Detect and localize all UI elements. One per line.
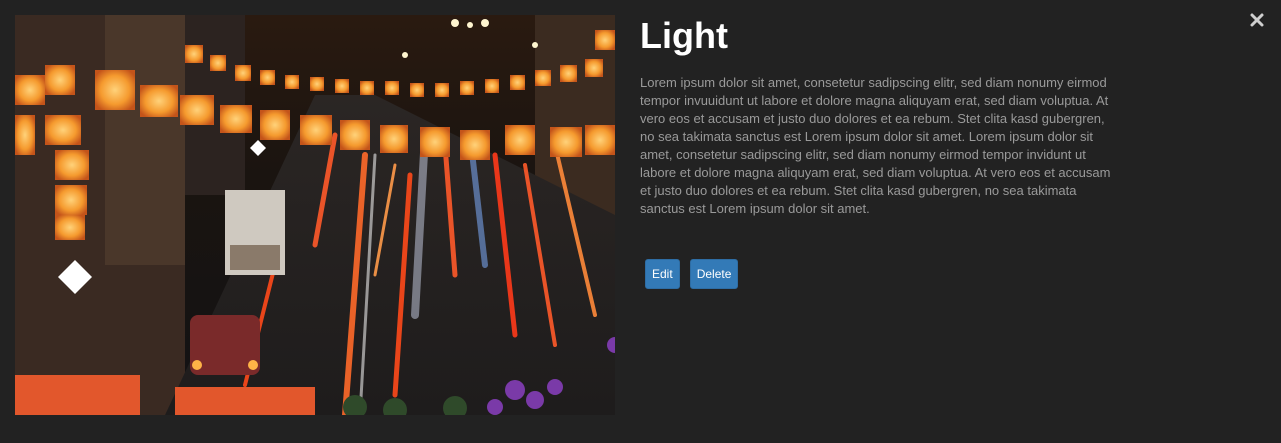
edit-button[interactable]: Edit <box>645 259 680 289</box>
detail-content: Light Lorem ipsum dolor sit amet, conset… <box>640 16 1120 218</box>
close-button[interactable] <box>1249 12 1265 28</box>
image-description: Lorem ipsum dolor sit amet, consetetur s… <box>640 75 1111 216</box>
image-title: Light <box>640 15 728 56</box>
image-detail-modal: Light Lorem ipsum dolor sit amet, conset… <box>0 0 1281 443</box>
close-icon <box>1250 13 1264 27</box>
photo-night-street-lanterns <box>15 15 615 415</box>
action-buttons: Edit Delete <box>645 259 739 289</box>
delete-button[interactable]: Delete <box>689 259 739 289</box>
